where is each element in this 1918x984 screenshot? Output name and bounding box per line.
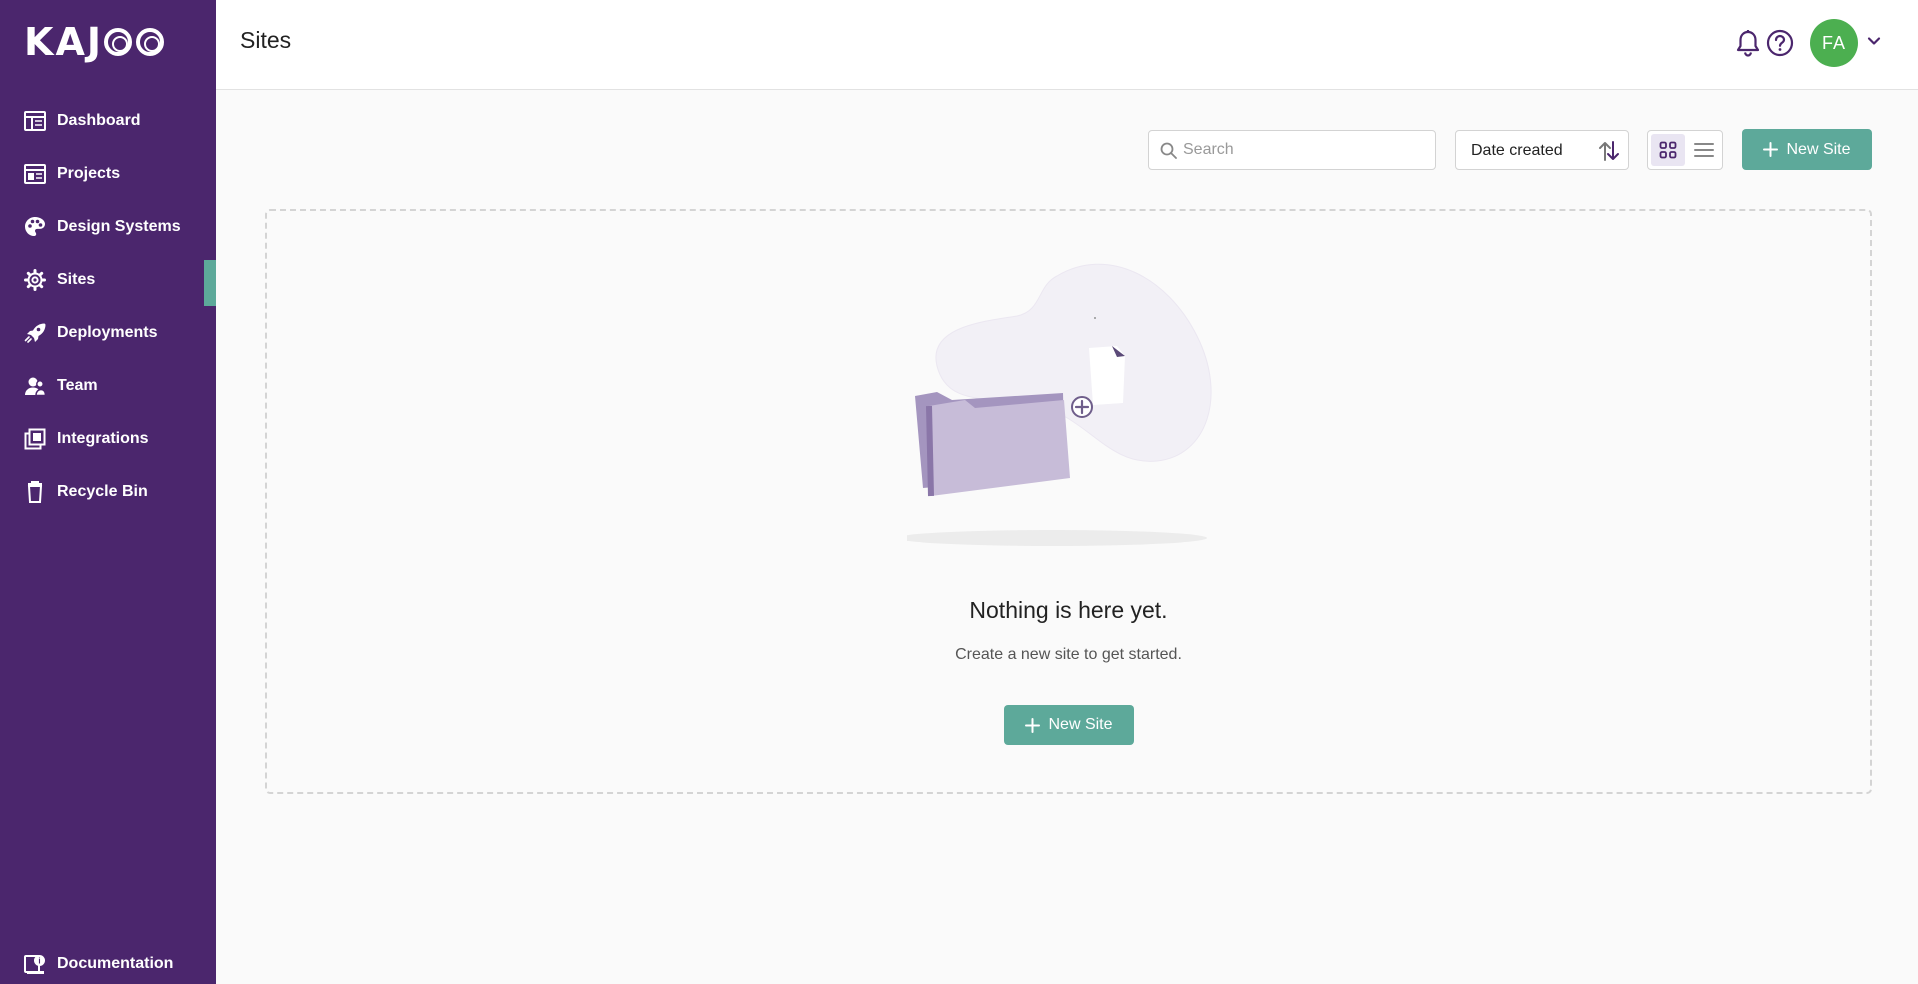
sidebar-item-projects[interactable]: Projects bbox=[0, 147, 216, 200]
palette-icon bbox=[24, 216, 46, 238]
sidebar-item-label: Recycle Bin bbox=[57, 482, 148, 500]
kajoo-logo[interactable]: KAJ bbox=[24, 23, 165, 61]
new-site-label: New Site bbox=[1048, 716, 1113, 733]
sort-select[interactable]: Date created bbox=[1455, 130, 1629, 170]
sort-value: Date created bbox=[1471, 142, 1563, 159]
top-bar: Sites FA bbox=[216, 0, 1918, 90]
sidebar-item-documentation[interactable]: i Documentation bbox=[0, 942, 216, 984]
list-view-icon[interactable] bbox=[1687, 134, 1721, 166]
sidebar-nav: Dashboard Projects Design Systems Sites … bbox=[0, 94, 216, 518]
sidebar-item-label: Design Systems bbox=[57, 217, 181, 235]
sidebar-item-design-systems[interactable]: Design Systems bbox=[0, 200, 216, 253]
sidebar-item-label: Projects bbox=[57, 164, 121, 182]
search-icon bbox=[1160, 142, 1177, 159]
integrations-icon bbox=[24, 428, 46, 450]
new-site-label: New Site bbox=[1786, 140, 1851, 158]
empty-new-site-button[interactable]: New Site bbox=[1004, 705, 1134, 745]
search-box bbox=[1148, 130, 1436, 170]
dashboard-icon bbox=[24, 110, 46, 132]
new-site-button[interactable]: New Site bbox=[1742, 129, 1872, 170]
documentation-icon: i bbox=[24, 953, 46, 975]
view-toggle bbox=[1647, 130, 1723, 170]
grid-view-icon[interactable] bbox=[1651, 134, 1685, 166]
help-icon[interactable] bbox=[1766, 29, 1794, 57]
sidebar-item-recycle-bin[interactable]: Recycle Bin bbox=[0, 465, 216, 518]
sidebar-item-deployments[interactable]: Deployments bbox=[0, 306, 216, 359]
empty-state-title: Nothing is here yet. bbox=[969, 597, 1168, 623]
sidebar-item-label: Team bbox=[57, 376, 98, 394]
trash-icon bbox=[24, 480, 46, 503]
sidebar-item-dashboard[interactable]: Dashboard bbox=[0, 94, 216, 147]
empty-state-panel: Nothing is here yet. Create a new site t… bbox=[265, 209, 1872, 794]
bell-icon[interactable] bbox=[1735, 29, 1761, 57]
svg-text:i: i bbox=[38, 957, 40, 966]
search-input[interactable] bbox=[1183, 131, 1423, 169]
sidebar-item-label: Documentation bbox=[57, 955, 174, 972]
sidebar-item-label: Deployments bbox=[57, 323, 158, 341]
sort-direction-icon[interactable] bbox=[1597, 140, 1621, 162]
sidebar-item-sites[interactable]: Sites bbox=[0, 253, 216, 306]
sidebar-item-integrations[interactable]: Integrations bbox=[0, 412, 216, 465]
avatar[interactable]: FA bbox=[1810, 19, 1858, 67]
projects-icon bbox=[24, 163, 46, 185]
rocket-icon bbox=[24, 322, 46, 344]
plus-icon bbox=[1025, 717, 1041, 733]
sidebar-item-label: Integrations bbox=[57, 429, 149, 447]
chevron-down-icon[interactable] bbox=[1867, 34, 1881, 48]
empty-state-subtitle: Create a new site to get started. bbox=[955, 646, 1182, 663]
team-icon bbox=[24, 375, 46, 397]
gear-icon bbox=[24, 268, 46, 291]
sidebar-item-label: Sites bbox=[57, 270, 96, 288]
sidebar: KAJ Dashboard Projects Design Systems Si… bbox=[0, 0, 216, 984]
sidebar-item-team[interactable]: Team bbox=[0, 359, 216, 412]
sidebar-item-label: Dashboard bbox=[57, 111, 141, 129]
empty-folder-illustration bbox=[897, 256, 1237, 546]
plus-icon bbox=[1763, 142, 1779, 157]
page-title: Sites bbox=[240, 27, 292, 53]
